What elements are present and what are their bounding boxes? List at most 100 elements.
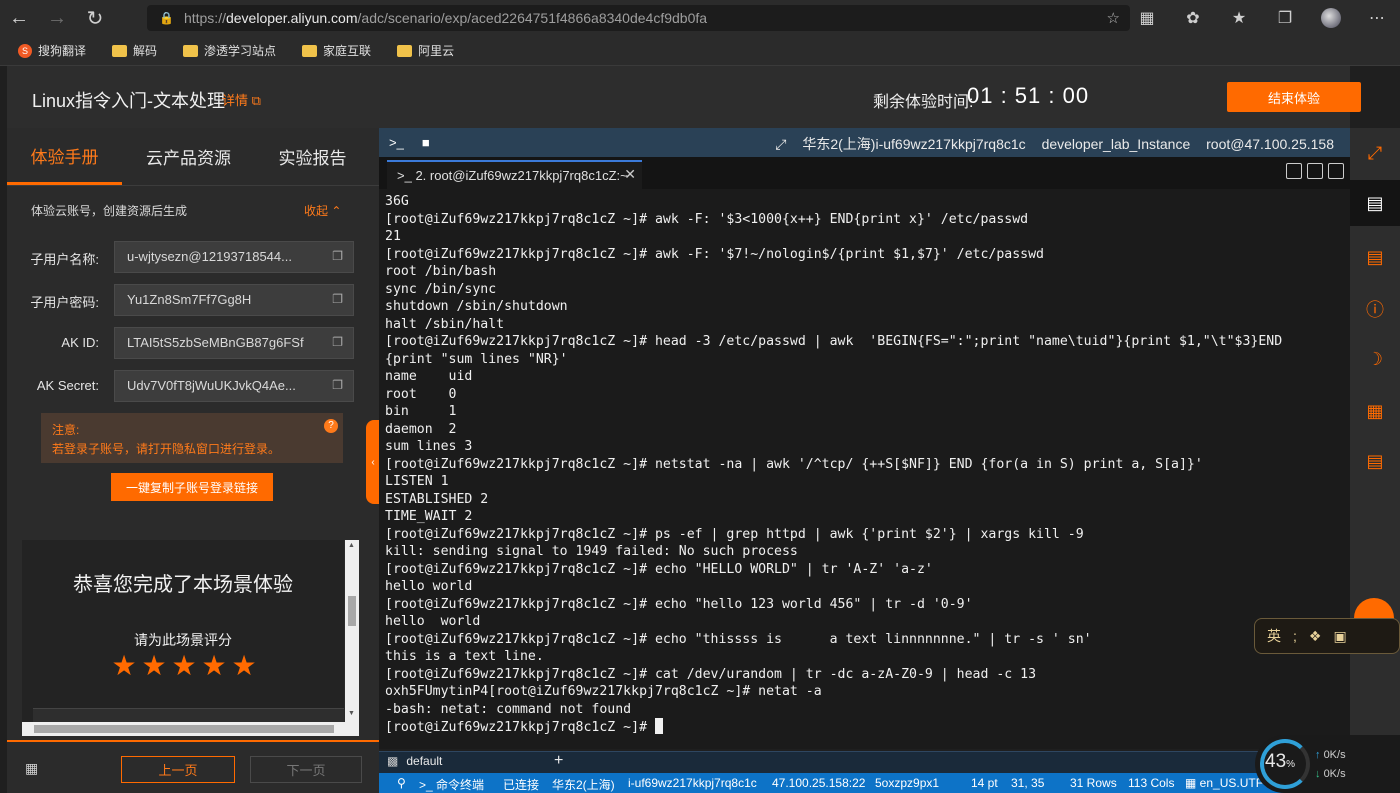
help-icon[interactable]: ? <box>324 419 338 433</box>
ime-skin-icon[interactable]: ❖ <box>1309 628 1322 645</box>
tab-report[interactable]: 实验报告 <box>255 128 370 185</box>
star-icon[interactable]: ★ <box>169 650 199 682</box>
close-icon[interactable]: ✕ <box>624 166 636 183</box>
star-icon[interactable]: ★ <box>229 650 259 682</box>
rate-label: 请为此场景评分 <box>134 632 232 648</box>
bookmark-folder[interactable]: 解码 <box>112 42 157 59</box>
add-pane-icon[interactable] <box>1286 163 1302 179</box>
scroll-down-icon[interactable]: ▼ <box>348 710 355 717</box>
timer-value: 01 : 51 : 00 <box>967 83 1090 108</box>
menu-icon[interactable]: ⋯ <box>1354 8 1400 28</box>
memory-percent: 43% <box>1265 751 1295 773</box>
account-header: 体验云账号，创建资源后生成 <box>31 204 188 218</box>
add-session-icon[interactable]: + <box>554 752 563 770</box>
ak-secret-field[interactable]: Udv7V0fT8jWuUKJvkQ4Ae... ❐ <box>114 370 354 402</box>
status-rows: 31 Rows <box>1070 776 1117 790</box>
terminal-line: shutdown /sbin/shutdown <box>385 299 568 314</box>
status-terminal: >_ 命令终端 <box>419 778 485 792</box>
ime-language[interactable]: 英 <box>1267 626 1281 646</box>
terminal-line: [root@iZuf69wz217kkpj7rq8c1cZ ~]# cat /d… <box>385 666 1037 682</box>
scroll-thumb[interactable] <box>348 596 356 626</box>
notes-icon[interactable]: ▤ <box>1350 234 1400 280</box>
avatar[interactable] <box>1308 8 1354 28</box>
scroll-thumb[interactable] <box>34 725 334 733</box>
bookmark-folder[interactable]: 渗透学习站点 <box>183 42 276 59</box>
terminal-icon[interactable]: >_ <box>389 135 404 150</box>
terminal-line: sum lines 3 <box>385 439 473 454</box>
arrow-down-icon: ↓ <box>1315 768 1321 780</box>
terminal-line: [root@iZuf69wz217kkpj7rq8c1cZ ~]# netsta… <box>385 456 1203 472</box>
instance-host: root@47.100.25.158 <box>1206 136 1334 152</box>
help-icon[interactable]: ⓘ <box>1350 286 1400 332</box>
detail-link[interactable]: 详情 ⧉ <box>222 90 261 109</box>
scroll-up-icon[interactable]: ▲ <box>348 542 355 549</box>
horizontal-scrollbar[interactable] <box>22 722 359 736</box>
copy-icon[interactable]: ❐ <box>332 292 343 306</box>
panel-toggle-handle[interactable]: ‹ <box>366 420 380 504</box>
vertical-scrollbar[interactable]: ▲ ▼ <box>345 540 359 722</box>
terminal-icon[interactable]: ▤ <box>1350 180 1400 226</box>
copy-icon[interactable]: ❐ <box>332 335 343 349</box>
terminal-line: halt /sbin/halt <box>385 316 505 332</box>
session-tabs: ▩ default + <box>379 751 1350 773</box>
collections-icon[interactable]: ❐ <box>1262 8 1308 28</box>
status-region: 华东2(上海) <box>552 778 615 792</box>
terminal-line: hello world <box>385 614 481 629</box>
tab-manual[interactable]: 体验手册 <box>7 128 122 185</box>
reload-icon[interactable]: ↻ <box>76 0 114 36</box>
tab-cloud-resources[interactable]: 云产品资源 <box>122 128 255 185</box>
pin-icon[interactable]: ⚲ <box>397 776 406 790</box>
terminal-line: LISTEN 1 <box>385 474 449 489</box>
copy-icon[interactable]: ❐ <box>332 378 343 392</box>
bookmark-folder[interactable]: 阿里云 <box>397 42 454 59</box>
address-bar[interactable]: 🔒 https://developer.aliyun.com/adc/scena… <box>147 5 1130 31</box>
ime-logo-icon[interactable]: ▣ <box>1333 628 1346 645</box>
moon-icon[interactable]: ☽ <box>1350 336 1400 382</box>
split-horizontal-icon[interactable] <box>1328 163 1344 179</box>
terminal-line: [root@iZuf69wz217kkpj7rq8c1cZ ~]# awk -F… <box>385 246 1044 262</box>
collapse-button[interactable]: 收起 ⌃ <box>304 202 341 219</box>
fullscreen-icon[interactable]: ⤢ <box>1350 130 1400 176</box>
status-connection: 已连接 <box>503 778 540 792</box>
sub-user-name-field[interactable]: u-wjtysezn@12193718544... ❐ <box>114 241 354 273</box>
terminal-line: -bash: netat: command not found <box>385 701 632 717</box>
favorites-icon[interactable]: ★ <box>1216 8 1262 28</box>
star-icon[interactable]: ★ <box>199 650 229 682</box>
next-page-button[interactable]: 下一页 <box>250 756 362 783</box>
add-favorite-icon[interactable]: ☆ <box>1107 9 1120 27</box>
terminal-line: sync /bin/sync <box>385 281 497 297</box>
bookmark-folder[interactable]: 家庭互联 <box>302 42 371 59</box>
qr-code-icon[interactable]: ▦ <box>1350 388 1400 434</box>
rating-stars[interactable]: ★ ★ ★ ★ ★ <box>109 650 259 682</box>
extensions-icon[interactable]: ✿ <box>1170 8 1216 28</box>
bookmark-sogou[interactable]: S 搜狗翻译 <box>18 42 86 59</box>
copy-login-link-button[interactable]: 一键复制子账号登录链接 <box>111 473 273 501</box>
upload-speed: ↑ 0K/s <box>1315 749 1346 761</box>
terminal-tab[interactable]: >_ 2. root@iZuf69wz217kkpj7rq8c1cZ:~ ✕ <box>387 160 642 189</box>
ak-id-field[interactable]: LTAI5tS5zbSeMBnGB87g6FSf ❐ <box>114 327 354 359</box>
sub-user-password-field[interactable]: Yu1Zn8Sm7Ff7Gg8H ❐ <box>114 284 354 316</box>
prev-page-button[interactable]: 上一页 <box>121 756 235 783</box>
terminal-line: [root@iZuf69wz217kkpj7rq8c1cZ ~]# ps -ef… <box>385 526 1084 542</box>
terminal-line: 36G <box>385 194 409 209</box>
forward-icon[interactable]: → <box>38 0 76 36</box>
catalog-icon[interactable]: ▦ <box>25 760 38 777</box>
ime-punctuation[interactable]: ; <box>1293 628 1297 644</box>
network-monitor[interactable]: 43% ↑ 0K/s ↓ 0K/s <box>1255 735 1400 793</box>
ak-secret-row: AK Secret: Udv7V0fT8jWuUKJvkQ4Ae... ❐ <box>7 370 379 402</box>
back-icon[interactable]: ← <box>0 0 38 36</box>
panel-tabs: 体验手册 云产品资源 实验报告 <box>7 128 379 186</box>
end-experience-button[interactable]: 结束体验 <box>1227 82 1361 112</box>
session-tab-default[interactable]: ▩ default <box>387 754 442 768</box>
chat-icon[interactable]: ▤ <box>1350 438 1400 484</box>
terminal-output[interactable]: 36G [root@iZuf69wz217kkpj7rq8c1cZ ~]# awk… <box>379 189 1350 749</box>
star-icon[interactable]: ★ <box>139 650 169 682</box>
reader-icon[interactable]: ▦ <box>1124 8 1170 28</box>
ime-toolbar[interactable]: 英 ; ❖ ▣ <box>1254 618 1400 654</box>
split-vertical-icon[interactable] <box>1307 163 1323 179</box>
timer-label: 剩余体验时间: <box>873 94 974 111</box>
fullscreen-icon[interactable]: ⤢ <box>775 136 786 152</box>
folder-icon[interactable]: ■ <box>422 135 430 150</box>
copy-icon[interactable]: ❐ <box>332 249 343 263</box>
star-icon[interactable]: ★ <box>109 650 139 682</box>
